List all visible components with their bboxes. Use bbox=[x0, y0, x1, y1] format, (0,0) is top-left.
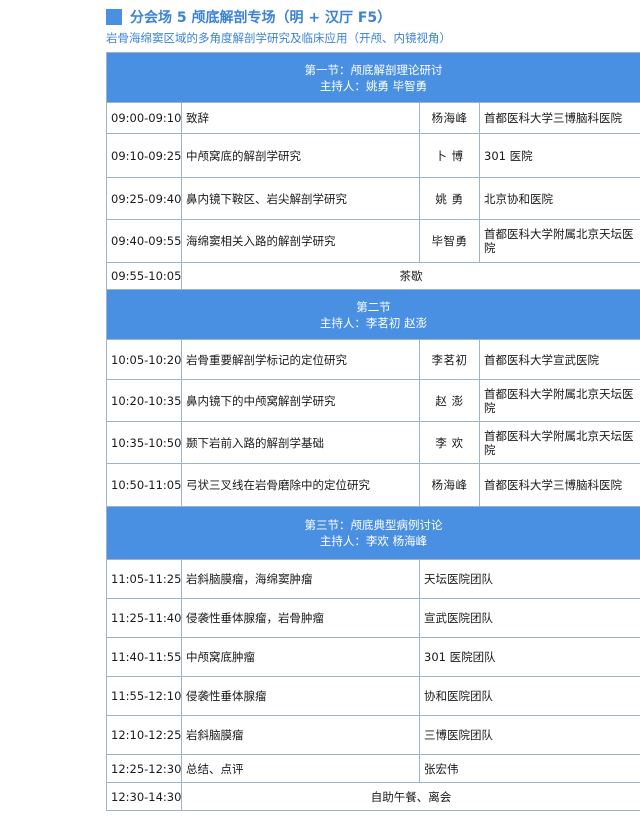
table-row: 10:50-11:05 弓状三叉线在岩骨磨除中的定位研究 杨海峰 首都医科大学三… bbox=[106, 463, 640, 507]
topic-cell: 岩斜脑膜瘤 bbox=[181, 715, 420, 755]
section-header: 第二节 主持人：李茗初 赵澎 bbox=[106, 289, 640, 340]
table-row: 11:05-11:25 岩斜脑膜瘤，海绵窦肿瘤 天坛医院团队 bbox=[106, 559, 640, 599]
table-row: 10:05-10:20 岩骨重要解剖学标记的定位研究 李茗初 首都医科大学宣武医… bbox=[106, 339, 640, 380]
section-title: 第二节 bbox=[356, 299, 391, 314]
institution-cell: 首都医科大学宣武医院 bbox=[479, 339, 640, 380]
table-row: 12:10-12:25 岩斜脑膜瘤 三博医院团队 bbox=[106, 715, 640, 755]
institution-cell: 北京协和医院 bbox=[479, 177, 640, 220]
closing-row: 12:30-14:30 自助午餐、离会 bbox=[106, 782, 640, 811]
topic-cell: 中颅窝底的解剖学研究 bbox=[181, 133, 420, 178]
team-cell: 张宏伟 bbox=[419, 754, 640, 783]
session-title: 分会场 5 颅底解剖专场（明 + 汉厅 F5） bbox=[130, 10, 392, 26]
team-cell: 三博医院团队 bbox=[419, 715, 640, 755]
section-title: 第一节：颅底解剖理论研讨 bbox=[304, 62, 443, 77]
table-row: 09:40-09:55 海绵窦相关入路的解剖学研究 毕智勇 首都医科大学附属北京… bbox=[106, 219, 640, 263]
time-cell: 09:55-10:05 bbox=[106, 262, 182, 290]
speaker-cell: 李茗初 bbox=[419, 339, 480, 380]
section-title: 第三节：颅底典型病例讨论 bbox=[304, 518, 443, 532]
speaker-cell: 毕智勇 bbox=[419, 219, 480, 263]
topic-cell: 鼻内镜下的中颅窝解剖学研究 bbox=[181, 379, 420, 422]
speaker-cell: 赵 澎 bbox=[419, 379, 480, 422]
closing-label: 自助午餐、离会 bbox=[181, 782, 640, 811]
institution-cell: 首都医科大学三博脑科医院 bbox=[479, 463, 640, 507]
speaker-cell: 卜 博 bbox=[419, 133, 480, 178]
break-row: 09:55-10:05 茶歇 bbox=[106, 262, 640, 290]
time-cell: 09:25-09:40 bbox=[106, 177, 182, 220]
table-row: 09:10-09:25 中颅窝底的解剖学研究 卜 博 301 医院 bbox=[106, 133, 640, 178]
topic-cell: 弓状三叉线在岩骨磨除中的定位研究 bbox=[181, 463, 420, 507]
time-cell: 12:25-12:30 bbox=[106, 754, 182, 783]
topic-cell: 鼻内镜下鞍区、岩尖解剖学研究 bbox=[181, 177, 420, 220]
section-hosts: 主持人：李茗初 赵澎 bbox=[319, 315, 428, 330]
topic-cell: 致辞 bbox=[181, 102, 420, 134]
time-cell: 12:30-14:30 bbox=[106, 782, 182, 811]
time-cell: 10:20-10:35 bbox=[106, 379, 182, 422]
section-header: 第三节：颅底典型病例讨论 主持人：李欢 杨海峰 bbox=[106, 506, 640, 560]
topic-cell: 总结、点评 bbox=[181, 754, 420, 783]
team-cell: 301 医院团队 bbox=[419, 637, 640, 677]
table-row: 11:25-11:40 侵袭性垂体腺瘤，岩骨肿瘤 宣武医院团队 bbox=[106, 598, 640, 638]
table-row: 09:25-09:40 鼻内镜下鞍区、岩尖解剖学研究 姚 勇 北京协和医院 bbox=[106, 177, 640, 220]
table-row: 11:40-11:55 中颅窝底肿瘤 301 医院团队 bbox=[106, 637, 640, 677]
institution-cell: 301 医院 bbox=[479, 133, 640, 178]
team-cell: 天坛医院团队 bbox=[419, 559, 640, 599]
speaker-cell: 杨海峰 bbox=[419, 102, 480, 134]
institution-cell: 首都医科大学三博脑科医院 bbox=[479, 102, 640, 134]
section-header: 第一节：颅底解剖理论研讨 主持人：姚勇 毕智勇 bbox=[106, 52, 640, 103]
topic-cell: 侵袭性垂体腺瘤，岩骨肿瘤 bbox=[181, 598, 420, 638]
time-cell: 10:35-10:50 bbox=[106, 421, 182, 464]
table-row: 12:25-12:30 总结、点评 张宏伟 bbox=[106, 754, 640, 783]
time-cell: 09:40-09:55 bbox=[106, 219, 182, 263]
section-header-cell: 第一节：颅底解剖理论研讨 主持人：姚勇 毕智勇 bbox=[106, 52, 640, 103]
time-cell: 11:25-11:40 bbox=[106, 598, 182, 638]
time-cell: 11:40-11:55 bbox=[106, 637, 182, 677]
team-cell: 宣武医院团队 bbox=[419, 598, 640, 638]
speaker-cell: 杨海峰 bbox=[419, 463, 480, 507]
time-cell: 11:05-11:25 bbox=[106, 559, 182, 599]
time-cell: 11:55-12:10 bbox=[106, 676, 182, 716]
session-subtitle: 岩骨海绵窦区域的多角度解剖学研究及临床应用（开颅、内镜视角） bbox=[106, 31, 451, 45]
time-cell: 12:10-12:25 bbox=[106, 715, 182, 755]
institution-cell: 首都医科大学附属北京天坛医院 bbox=[479, 219, 640, 263]
section-hosts: 主持人：姚勇 毕智勇 bbox=[319, 78, 428, 93]
section-hosts: 主持人：李欢 杨海峰 bbox=[319, 534, 428, 548]
title-row: 分会场 5 颅底解剖专场（明 + 汉厅 F5） bbox=[106, 6, 640, 28]
table-row: 09:00-09:10 致辞 杨海峰 首都医科大学三博脑科医院 bbox=[106, 102, 640, 134]
topic-cell: 海绵窦相关入路的解剖学研究 bbox=[181, 219, 420, 263]
institution-cell: 首都医科大学附属北京天坛医院 bbox=[479, 421, 640, 464]
time-cell: 09:10-09:25 bbox=[106, 133, 182, 178]
table-row: 10:20-10:35 鼻内镜下的中颅窝解剖学研究 赵 澎 首都医科大学附属北京… bbox=[106, 379, 640, 422]
topic-cell: 岩斜脑膜瘤，海绵窦肿瘤 bbox=[181, 559, 420, 599]
title-square-icon bbox=[106, 9, 122, 25]
topic-cell: 中颅窝底肿瘤 bbox=[181, 637, 420, 677]
team-cell: 协和医院团队 bbox=[419, 676, 640, 716]
time-cell: 10:50-11:05 bbox=[106, 463, 182, 507]
institution-cell: 首都医科大学附属北京天坛医院 bbox=[479, 379, 640, 422]
topic-cell: 颞下岩前入路的解剖学基础 bbox=[181, 421, 420, 464]
topic-cell: 侵袭性垂体腺瘤 bbox=[181, 676, 420, 716]
table-row: 10:35-10:50 颞下岩前入路的解剖学基础 李 欢 首都医科大学附属北京天… bbox=[106, 421, 640, 464]
speaker-cell: 姚 勇 bbox=[419, 177, 480, 220]
break-label: 茶歇 bbox=[181, 262, 640, 290]
section-header-cell: 第三节：颅底典型病例讨论 主持人：李欢 杨海峰 bbox=[106, 506, 640, 560]
session-header: 分会场 5 颅底解剖专场（明 + 汉厅 F5） 岩骨海绵窦区域的多角度解剖学研究… bbox=[106, 6, 640, 46]
time-cell: 10:05-10:20 bbox=[106, 339, 182, 380]
section-header-cell: 第二节 主持人：李茗初 赵澎 bbox=[106, 289, 640, 340]
schedule-table: 第一节：颅底解剖理论研讨 主持人：姚勇 毕智勇 09:00-09:10 致辞 杨… bbox=[106, 52, 640, 811]
table-row: 11:55-12:10 侵袭性垂体腺瘤 协和医院团队 bbox=[106, 676, 640, 716]
speaker-cell: 李 欢 bbox=[419, 421, 480, 464]
topic-cell: 岩骨重要解剖学标记的定位研究 bbox=[181, 339, 420, 380]
time-cell: 09:00-09:10 bbox=[106, 102, 182, 134]
